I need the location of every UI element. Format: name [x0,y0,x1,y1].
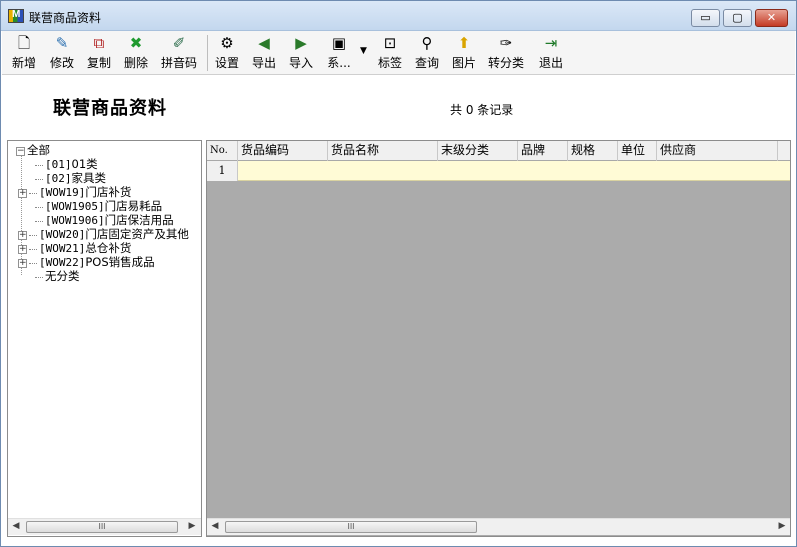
tree-item[interactable]: + [WOW20]门店固定资产及其他 [18,227,189,241]
delete-button-label: 删除 [123,56,148,70]
tree-item[interactable]: [WOW1905]门店易耗品 [35,199,162,213]
scroll-left-icon[interactable]: ◀ [209,521,221,531]
tree-item[interactable]: [WOW1906]门店保洁用品 [35,213,174,227]
expand-icon[interactable]: + [18,188,27,198]
edit-button-label: 修改 [49,56,74,70]
edit-icon: ✎ [55,34,69,52]
settings-button-label: 设置 [214,56,239,70]
settings-button[interactable]: ⚙ 设置 [214,34,240,72]
table-row[interactable]: 1 [207,161,790,181]
copy-button-label: 复制 [86,56,111,70]
record-count: 共 0 条记录 [450,103,514,117]
column-header-spec[interactable]: 规格 [568,141,618,161]
scroll-right-icon[interactable]: ▶ [186,521,198,531]
data-grid: No. 货品编码 货品名称 末级分类 品牌 规格 单位 供应商 1 ◀ III … [206,140,791,537]
pinyin-code-label: 拼音码 [160,56,197,70]
tree-item[interactable]: + [WOW22]POS销售成品 [18,255,155,269]
row-number: 1 [207,161,238,181]
picture-button[interactable]: ⬆ 图片 [451,34,477,72]
collapse-icon[interactable]: − [16,146,25,156]
import-button-label: 导入 [288,56,313,70]
scroll-thumb[interactable]: III [225,521,477,533]
chevron-down-icon[interactable]: ▼ [360,46,367,56]
new-button[interactable]: 🗋 新增 [11,34,37,72]
exit-door-icon: ⇥ [544,34,558,52]
exit-button[interactable]: ⇥ 退出 [538,34,564,72]
tree-item[interactable]: + [WOW21]总仓补货 [18,241,131,255]
label-icon: ⊡ [383,34,397,52]
export-icon: ◀ [258,34,270,52]
page-header: 联营商品资料 共 0 条记录 [2,76,795,140]
scroll-right-icon[interactable]: ▶ [776,521,788,531]
tree-hscrollbar[interactable]: ◀ III ▶ [8,518,201,535]
expand-icon[interactable]: + [18,258,27,268]
brush-icon: ✑ [499,34,513,52]
column-header-category[interactable]: 末级分类 [438,141,518,161]
system-button[interactable]: ▣ 系... [324,34,354,72]
grid-hscrollbar[interactable]: ◀ III ▶ [207,518,790,535]
title-bar: M 联营商品资料 ▭ ▢ ✕ [1,1,796,31]
column-header-brand[interactable]: 品牌 [518,141,568,161]
query-button-label: 查询 [414,56,439,70]
query-button[interactable]: ⚲ 查询 [414,34,440,72]
edit-button[interactable]: ✎ 修改 [49,34,75,72]
pinyin-code-button[interactable]: ✐ 拼音码 [160,34,198,72]
tree-connector-line [21,155,22,275]
export-button[interactable]: ◀ 导出 [251,34,277,72]
expand-icon[interactable]: + [18,244,27,254]
tree-root[interactable]: − 全部 [16,143,50,157]
copy-icon: ⧉ [93,34,105,52]
system-icon: ▣ [331,34,347,52]
page-title: 联营商品资料 [53,98,167,119]
delete-x-icon: ✖ [129,34,143,52]
scroll-left-icon[interactable]: ◀ [10,521,22,531]
expand-icon[interactable]: + [18,230,27,240]
import-button[interactable]: ▶ 导入 [288,34,314,72]
scroll-thumb[interactable]: III [26,521,178,533]
app-logo-icon: M [8,9,24,23]
category-tree: − 全部 [01]01类 [02]家具类 + [WOW19]门店补货 [WOW190… [7,140,202,537]
new-button-label: 新增 [11,56,36,70]
close-button[interactable]: ✕ [755,9,788,27]
column-header-unit[interactable]: 单位 [618,141,657,161]
settings-icon: ⚙ [220,34,234,52]
label-button-label: 标签 [377,56,402,70]
tree-item[interactable]: + [WOW19]门店补货 [18,185,131,199]
app-window: M 联营商品资料 ▭ ▢ ✕ 🗋 新增 ✎ 修改 ⧉ 复制 ✖ 删除 ✐ 拼音码… [0,0,797,547]
toolbar-separator [207,35,208,71]
reclassify-button-label: 转分类 [487,56,524,70]
window-title: 联营商品资料 [29,11,102,25]
tree-item[interactable]: 无分类 [35,269,80,283]
copy-button[interactable]: ⧉ 复制 [86,34,112,72]
grid-header: No. 货品编码 货品名称 末级分类 品牌 规格 单位 供应商 [207,141,790,161]
tree-item[interactable]: [01]01类 [35,157,98,171]
import-icon: ▶ [295,34,307,52]
exit-button-label: 退出 [538,56,563,70]
label-button[interactable]: ⊡ 标签 [377,34,403,72]
picture-button-label: 图片 [451,56,476,70]
reclassify-button[interactable]: ✑ 转分类 [487,34,525,72]
export-button-label: 导出 [251,56,276,70]
minimize-button[interactable]: ▭ [691,9,720,27]
maximize-button[interactable]: ▢ [723,9,752,27]
binoculars-icon: ⚲ [421,34,433,52]
delete-button[interactable]: ✖ 删除 [123,34,149,72]
column-header-supplier[interactable]: 供应商 [657,141,778,161]
column-header-no[interactable]: No. [207,141,238,161]
pinyin-icon: ✐ [172,34,186,52]
column-header-code[interactable]: 货品编码 [238,141,328,161]
tree-item[interactable]: [02]家具类 [35,171,106,185]
system-button-label: 系... [327,56,351,70]
column-header-name[interactable]: 货品名称 [328,141,438,161]
toolbar: 🗋 新增 ✎ 修改 ⧉ 复制 ✖ 删除 ✐ 拼音码 ⚙ 设置 ◀ 导出 ▶ 导入… [2,31,795,75]
picture-icon: ⬆ [457,34,471,52]
new-document-icon: 🗋 [17,34,31,52]
